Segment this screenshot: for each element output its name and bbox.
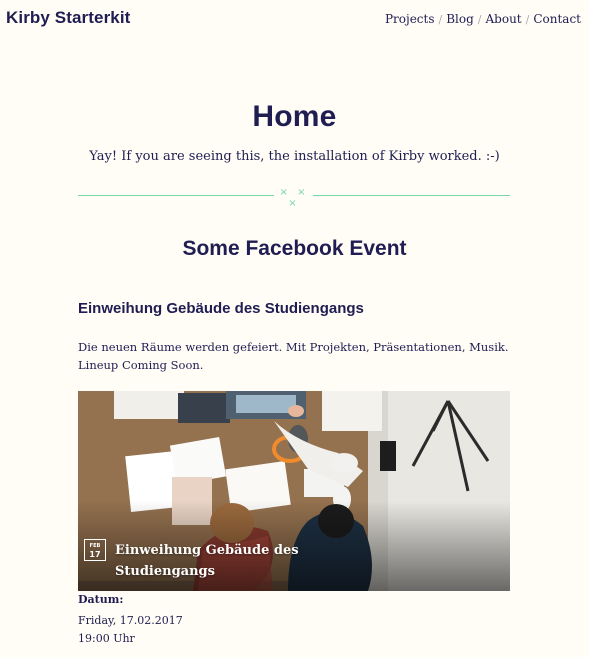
- event-title[interactable]: Einweihung Gebäude des Studiengangs: [78, 300, 510, 317]
- nav-separator: /: [477, 12, 482, 26]
- section-divider: × × ×: [78, 187, 510, 209]
- event-date-label: Datum:: [78, 593, 124, 606]
- event-date-value: Friday, 17.02.2017 19:00 Uhr: [78, 612, 183, 648]
- nav-about[interactable]: About: [486, 12, 522, 26]
- divider-line-right: [313, 195, 510, 196]
- page-intro: Yay! If you are seeing this, the install…: [89, 149, 500, 164]
- event-date-badge: FEB 17: [84, 539, 106, 561]
- event-date: Friday, 17.02.2017: [78, 614, 183, 627]
- divider-line-left: [78, 195, 274, 196]
- event-time: 19:00 Uhr: [78, 632, 135, 645]
- event-description: Die neuen Räume werden gefeiert. Mit Pro…: [78, 340, 509, 372]
- site-header: Kirby Starterkit Projects / Blog / About…: [0, 0, 589, 40]
- badge-month: FEB: [89, 543, 101, 549]
- site-logo[interactable]: Kirby Starterkit: [6, 8, 130, 28]
- main-nav: Projects / Blog / About / Contact: [385, 12, 581, 26]
- nav-separator: /: [438, 12, 443, 26]
- nav-blog[interactable]: Blog: [446, 12, 474, 26]
- nav-projects[interactable]: Projects: [385, 12, 435, 26]
- badge-day: 17: [89, 550, 101, 559]
- divider-ornament: × × ×: [279, 187, 309, 209]
- section-title: Some Facebook Event: [182, 237, 407, 260]
- event-image[interactable]: FEB 17 Einweihung Gebäude des Studiengan…: [78, 391, 510, 591]
- event-image-caption[interactable]: Einweihung Gebäude des Studiengangs: [115, 540, 315, 582]
- nav-contact[interactable]: Contact: [533, 12, 581, 26]
- nav-separator: /: [525, 12, 530, 26]
- page-title: Home: [252, 100, 337, 133]
